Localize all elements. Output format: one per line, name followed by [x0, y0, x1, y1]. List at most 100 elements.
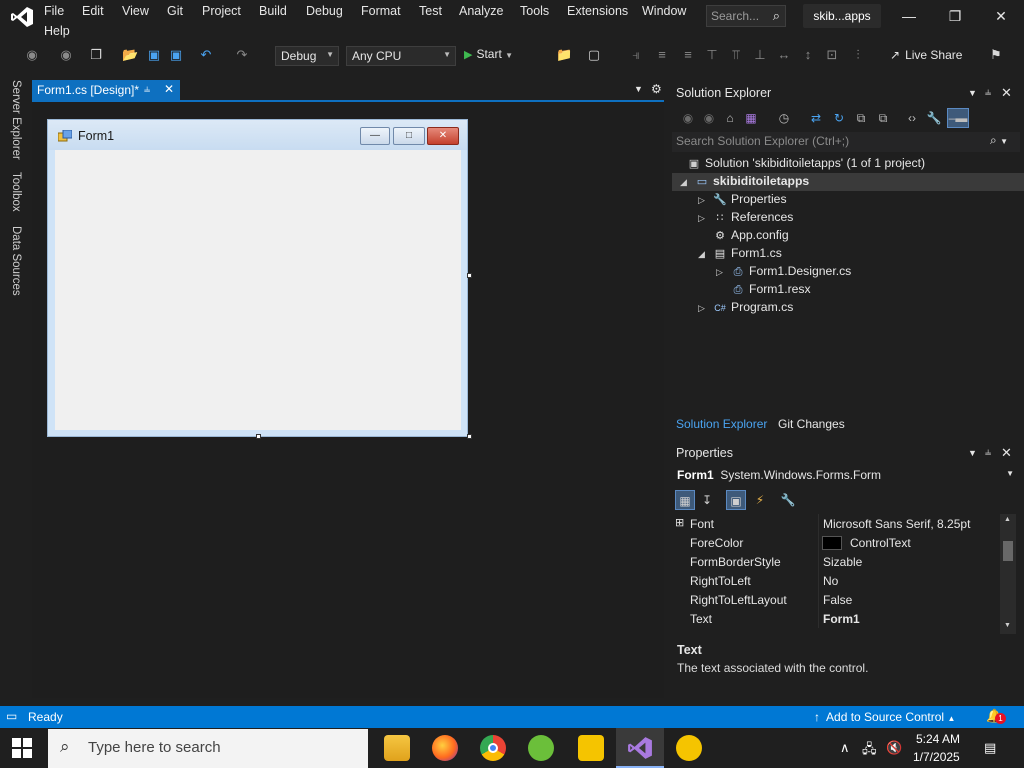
property-row-righttoleftlayout[interactable]: RightToLeftLayout False	[672, 590, 1000, 609]
scroll-down-icon[interactable]: ▼	[1004, 622, 1011, 629]
data-sources-tab[interactable]: Data Sources	[10, 226, 22, 296]
network-icon[interactable]: 🖧	[862, 740, 877, 762]
menu-tools[interactable]: Tools	[520, 4, 549, 18]
home-icon[interactable]: ⌂	[722, 110, 738, 126]
solution-name-badge[interactable]: skib...apps	[803, 4, 881, 28]
live-share-button[interactable]: ↗ Live Share	[890, 48, 962, 62]
redo-icon[interactable]: ↷	[234, 47, 250, 63]
menu-window[interactable]: Window	[642, 4, 686, 18]
navigate-back-icon[interactable]: ◉	[24, 47, 40, 63]
property-row-font[interactable]: ⊞ Font Microsoft Sans Serif, 8.25pt	[672, 514, 1000, 533]
tree-item-app-config[interactable]: ⚙ App.config	[712, 228, 789, 246]
property-object-selector[interactable]: Form1 System.Windows.Forms.Form ▼	[672, 465, 1020, 485]
expanded-arrow-icon[interactable]: ◢	[698, 249, 712, 260]
pin-icon[interactable]: ⫨	[985, 446, 991, 459]
align-rights-icon[interactable]: ≡	[680, 47, 696, 63]
preview-selected-items-icon[interactable]: –▬	[947, 108, 969, 128]
tree-item-program[interactable]: ▷ C# Program.cs	[698, 300, 793, 318]
tab-form1-design[interactable]: Form1.cs [Design]* ⫨ ✕	[32, 80, 180, 102]
feedback-icon[interactable]: ⚑	[988, 47, 1004, 63]
close-icon[interactable]: ✕	[1001, 85, 1012, 101]
view-code-icon[interactable]: ‹›	[904, 110, 920, 126]
menu-view[interactable]: View	[122, 4, 149, 18]
tab-solution-explorer[interactable]: Solution Explorer	[676, 417, 767, 431]
resize-handle-bottom[interactable]	[256, 434, 261, 439]
notification-center-icon[interactable]: ▤	[984, 740, 996, 756]
menu-help[interactable]: Help	[44, 24, 70, 38]
menu-extensions[interactable]: Extensions	[567, 4, 628, 18]
save-all-icon[interactable]: ▣	[168, 47, 184, 63]
tree-item-references[interactable]: ▷ ∷ References	[698, 210, 793, 228]
chrome-icon[interactable]	[480, 735, 506, 761]
menu-debug[interactable]: Debug	[306, 4, 343, 18]
firefox-icon[interactable]	[432, 735, 458, 761]
make-same-height-icon[interactable]: ↕	[800, 47, 816, 63]
expanded-arrow-icon[interactable]: ◢	[680, 177, 694, 188]
app-yellow-icon[interactable]	[578, 735, 604, 761]
browse-folder-icon[interactable]: 📁	[556, 47, 572, 63]
pin-icon[interactable]: ⫨	[144, 83, 150, 96]
scroll-up-icon[interactable]: ▲	[1004, 516, 1011, 523]
collapse-all-icon[interactable]: ⧉	[853, 110, 869, 126]
minimize-icon[interactable]: —	[899, 8, 919, 24]
configuration-dropdown[interactable]: Debug ▼	[275, 46, 339, 66]
toolbox-tab[interactable]: Toolbox	[10, 172, 22, 212]
properties-wrench-icon[interactable]: 🔧	[926, 110, 942, 126]
undo-icon[interactable]: ↶	[198, 47, 214, 63]
property-row-forecolor[interactable]: ForeColor ControlText	[672, 533, 1000, 552]
tree-item-form1[interactable]: ◢ ▤ Form1.cs	[698, 246, 782, 264]
menu-project[interactable]: Project	[202, 4, 241, 18]
events-lightning-icon[interactable]: ⚡	[750, 490, 770, 510]
close-icon[interactable]: ✕	[991, 8, 1011, 25]
panel-menu-icon[interactable]: ▼	[968, 448, 977, 458]
clock-time[interactable]: 5:24 AM	[916, 732, 960, 746]
file-explorer-icon[interactable]	[384, 735, 410, 761]
align-bottoms-icon[interactable]: ⊥	[752, 47, 768, 63]
platform-dropdown[interactable]: Any CPU ▼	[346, 46, 456, 66]
refresh-icon[interactable]: ↻	[831, 110, 847, 126]
property-pages-wrench-icon[interactable]: 🔧	[778, 490, 798, 510]
switch-views-icon[interactable]: ▦	[743, 110, 759, 126]
collapsed-arrow-icon[interactable]: ▷	[698, 195, 712, 206]
tree-item-form1-designer[interactable]: ▷ ⎙ Form1.Designer.cs	[716, 264, 851, 282]
new-item-icon[interactable]: ❐	[88, 47, 104, 63]
app-chat-icon[interactable]	[676, 735, 702, 761]
show-hidden-icons-icon[interactable]: ∧	[840, 740, 850, 756]
align-tops-icon[interactable]: ⊤	[704, 47, 720, 63]
expand-plus-icon[interactable]: ⊞	[675, 516, 684, 529]
add-to-source-control-button[interactable]: ↑ Add to Source Control ▲	[814, 710, 955, 724]
categorized-icon[interactable]: ▦	[675, 490, 695, 510]
pin-icon[interactable]: ⫨	[985, 86, 991, 99]
align-centers-icon[interactable]: ≡	[654, 47, 670, 63]
align-middles-icon[interactable]: ⫪	[728, 47, 744, 63]
align-lefts-icon[interactable]: ⫣	[628, 47, 644, 63]
server-explorer-tab[interactable]: Server Explorer	[10, 80, 22, 160]
global-search-input[interactable]: Search... ⌕	[706, 5, 786, 27]
close-icon[interactable]: ✕	[1001, 445, 1012, 461]
make-same-size-icon[interactable]: ⊡	[824, 47, 840, 63]
output-status-icon[interactable]: ▭	[6, 709, 17, 723]
visual-studio-logo-icon[interactable]	[10, 6, 34, 28]
tab-git-changes[interactable]: Git Changes	[778, 417, 845, 431]
show-all-files-icon[interactable]: ⧉	[875, 110, 891, 126]
resize-handle-bottom-right[interactable]	[467, 434, 472, 439]
clock-date[interactable]: 1/7/2025	[913, 750, 960, 764]
taskbar-search-input[interactable]: ⌕ Type here to search	[48, 729, 368, 768]
alphabetical-icon[interactable]: ↧	[697, 490, 717, 510]
navigate-forward-icon[interactable]: ◉	[58, 47, 74, 63]
open-folder-icon[interactable]: 📂	[122, 47, 138, 63]
collapsed-arrow-icon[interactable]: ▷	[716, 267, 730, 278]
close-tab-icon[interactable]: ✕	[164, 82, 174, 96]
menu-edit[interactable]: Edit	[82, 4, 104, 18]
menu-format[interactable]: Format	[361, 4, 401, 18]
screenshot-icon[interactable]: ▢	[586, 47, 602, 63]
properties-view-icon[interactable]: ▣	[726, 490, 746, 510]
collapsed-arrow-icon[interactable]: ▷	[698, 213, 712, 224]
tree-item-form1-resx[interactable]: ⎙ Form1.resx	[730, 282, 811, 300]
gear-icon[interactable]: ⚙	[651, 82, 662, 96]
sync-icon[interactable]: ⇄	[808, 110, 824, 126]
back-icon[interactable]: ◉	[680, 110, 696, 126]
collapsed-arrow-icon[interactable]: ▷	[698, 303, 712, 314]
restore-icon[interactable]: ❐	[945, 8, 965, 25]
save-icon[interactable]: ▣	[146, 47, 162, 63]
